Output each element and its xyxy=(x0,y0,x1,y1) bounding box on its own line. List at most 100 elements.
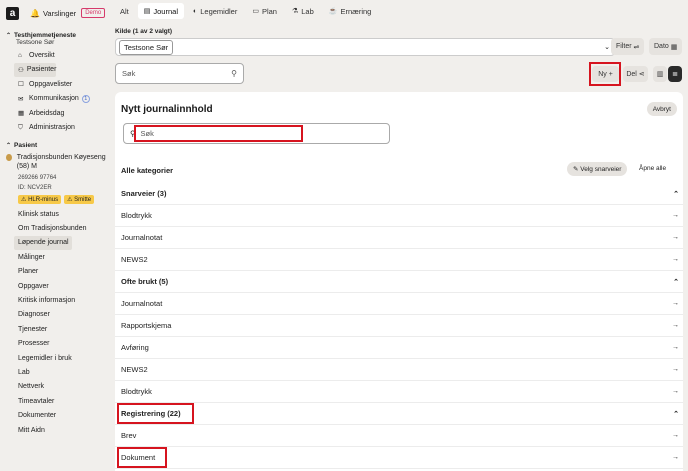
patient-section-title: Pasient xyxy=(14,142,38,149)
nav-malinger[interactable]: Målinger xyxy=(0,250,108,264)
avatar xyxy=(6,154,12,161)
button-label: Velg snarveier xyxy=(580,165,622,173)
nav-nettverk[interactable]: Nettverk xyxy=(0,380,108,394)
item-label: NEWS2 xyxy=(121,365,148,374)
tab-label: Journal xyxy=(153,6,178,16)
nav-label: Oppgavelister xyxy=(29,80,73,88)
list-item[interactable]: Blodtrykk → xyxy=(115,381,683,403)
kilde-select[interactable]: Testsone Sør ⌄ xyxy=(115,38,615,56)
list-item[interactable]: Avføring → xyxy=(115,337,683,359)
list-item[interactable]: Brev → xyxy=(115,425,683,447)
nav-oversikt[interactable]: ⌂ Oversikt xyxy=(0,48,108,63)
chevron-up-icon: ⌃ xyxy=(673,190,679,198)
all-categories-heading: Alle kategorier xyxy=(121,166,174,175)
open-all-button[interactable]: Åpne alle xyxy=(639,165,666,172)
pin-icon: ✎ xyxy=(573,166,579,173)
org-section-toggle[interactable]: ⌃ Testhjemmetjeneste xyxy=(0,32,108,39)
org-subtitle: Testsone Sør xyxy=(16,39,55,46)
nav-prosesser[interactable]: Prosesser xyxy=(0,337,108,351)
nav-oppgaver[interactable]: Oppgaver xyxy=(0,279,108,293)
nav-lab[interactable]: Lab xyxy=(0,365,108,379)
chevron-down-icon: ⌄ xyxy=(604,44,610,51)
columns-view-button[interactable]: ▥ xyxy=(653,66,667,82)
del-button[interactable]: Del ⋖ xyxy=(623,66,648,82)
list-item[interactable]: NEWS2 → xyxy=(115,359,683,381)
calendar-icon: ▦ xyxy=(670,43,678,51)
nav-kritisk-informasjon[interactable]: Kritisk informasjon xyxy=(0,293,108,307)
cancel-button[interactable]: Avbryt xyxy=(646,102,677,116)
app-logo[interactable]: a xyxy=(6,6,19,20)
arrow-right-icon: → xyxy=(672,212,679,219)
varslinger-link[interactable]: Varslinger xyxy=(43,9,76,18)
bell-icon[interactable]: 🔔 xyxy=(30,9,40,18)
tab-bar: Alt ▤ Journal ◐ Legemidler ▭ Plan ⚗ Lab ☕ Ern… xyxy=(114,2,688,20)
filter-button[interactable]: Filter ⇌ xyxy=(611,38,645,55)
nav-legemidler[interactable]: Legemidler i bruk xyxy=(0,351,108,365)
chevron-up-icon: ⌃ xyxy=(6,143,12,149)
panel-title: Nytt journalinnhold xyxy=(121,104,213,115)
nav-lopende-journal[interactable]: Løpende journal xyxy=(14,235,72,251)
tab-ernaering[interactable]: ☕ Ernæring xyxy=(323,3,378,19)
section-registrering[interactable]: Registrering (22) ⌃ xyxy=(115,403,683,425)
lab-icon: ⚗ xyxy=(291,8,299,15)
highlight-registrering xyxy=(117,403,194,424)
arrow-right-icon: → xyxy=(672,234,679,241)
item-label: Avføring xyxy=(121,343,149,352)
chevron-up-icon: ⌃ xyxy=(6,33,12,39)
nav-diagnoser[interactable]: Diagnoser xyxy=(0,308,108,322)
nav-oppgavelister[interactable]: ☐ Oppgavelister xyxy=(0,77,108,92)
list-view-button[interactable]: ≣ xyxy=(668,66,682,82)
patient-section-toggle[interactable]: ⌃ Pasient xyxy=(0,142,108,149)
tab-journal[interactable]: ▤ Journal xyxy=(137,3,184,19)
hlr-minus-badge[interactable]: ⚠ HLR-minus xyxy=(18,195,62,204)
item-label: Journalnotat xyxy=(121,233,163,242)
plan-icon: ▭ xyxy=(252,8,259,15)
tab-plan[interactable]: ▭ Plan xyxy=(246,3,283,19)
list-item[interactable]: Journalnotat → xyxy=(115,227,683,249)
dato-button[interactable]: Dato ▦ xyxy=(649,38,683,55)
unread-count-badge: 1 xyxy=(81,94,90,103)
nav-administrasjon[interactable]: ⛉ Administrasjon xyxy=(0,121,108,136)
nav-klinisk-status[interactable]: Klinisk status xyxy=(0,207,108,221)
nav-om-tradisjonsbunden[interactable]: Om Tradisjonsbunden xyxy=(0,221,108,235)
nav-arbeidsdag[interactable]: ▦ Arbeidsdag xyxy=(0,106,108,121)
tab-label: Lab xyxy=(301,6,314,16)
velg-snarveier-button[interactable]: ✎ Velg snarveier xyxy=(567,162,628,176)
patient-id: 269266 97764 xyxy=(18,175,57,181)
list-item[interactable]: Rapportskjema → xyxy=(115,315,683,337)
tab-legemidler[interactable]: ◐ Legemidler xyxy=(187,3,243,19)
food-icon: ☕ xyxy=(328,8,338,15)
nav-kommunikasjon[interactable]: ✉ Kommunikasjon 1 xyxy=(0,92,108,107)
home-icon: ⌂ xyxy=(18,51,22,59)
nav-pasienter[interactable]: ⚇ Pasienter xyxy=(14,62,57,77)
nav-mitt-aidn[interactable]: Mitt Aidn xyxy=(0,423,108,437)
section-ofte-brukt[interactable]: Ofte brukt (5) ⌃ xyxy=(115,271,683,293)
smitte-badge[interactable]: ⚠ Smitte xyxy=(64,195,95,204)
shield-icon: ⛉ xyxy=(18,123,23,131)
warning-badges: ⚠ HLR-minus ⚠ Smitte xyxy=(0,195,108,204)
pill-icon: ◐ xyxy=(193,7,198,15)
patients-icon: ⚇ xyxy=(18,66,24,74)
tab-label: Ernæring xyxy=(340,6,372,16)
nav-planer[interactable]: Planer xyxy=(0,265,108,279)
journal-search-input[interactable]: Søk ⚲ xyxy=(115,63,244,84)
nav-label: Pasienter xyxy=(26,66,57,74)
badge-label: HLR-minus xyxy=(28,197,59,203)
list-item[interactable]: NEWS2 → xyxy=(115,249,683,271)
tab-alt[interactable]: Alt xyxy=(114,3,135,19)
nav-tjenester[interactable]: Tjenester xyxy=(0,322,108,336)
list-item[interactable]: Blodtrykk → xyxy=(115,205,683,227)
patient-code: ID: NCV2ER xyxy=(18,185,52,191)
section-snarveier[interactable]: Snarveier (3) ⌃ xyxy=(115,183,683,205)
nav-dokumenter[interactable]: Dokumenter xyxy=(0,408,108,422)
list-item[interactable]: Journalnotat → xyxy=(115,293,683,315)
nav-label: Oversikt xyxy=(29,51,55,59)
nav-timeavtaler[interactable]: Timeavtaler xyxy=(0,394,108,408)
button-label: Del xyxy=(626,70,637,78)
list-item[interactable]: Dokument → xyxy=(115,447,683,469)
kilde-chip[interactable]: Testsone Sør xyxy=(119,39,174,55)
tab-lab[interactable]: ⚗ Lab xyxy=(286,3,320,19)
nav-label: Arbeidsdag xyxy=(29,109,65,117)
patient-card[interactable]: Tradisjonsbunden Køyeseng (58) M xyxy=(0,153,108,171)
main-content: Alt ▤ Journal ◐ Legemidler ▭ Plan ⚗ Lab ☕ Ern… xyxy=(108,0,688,471)
